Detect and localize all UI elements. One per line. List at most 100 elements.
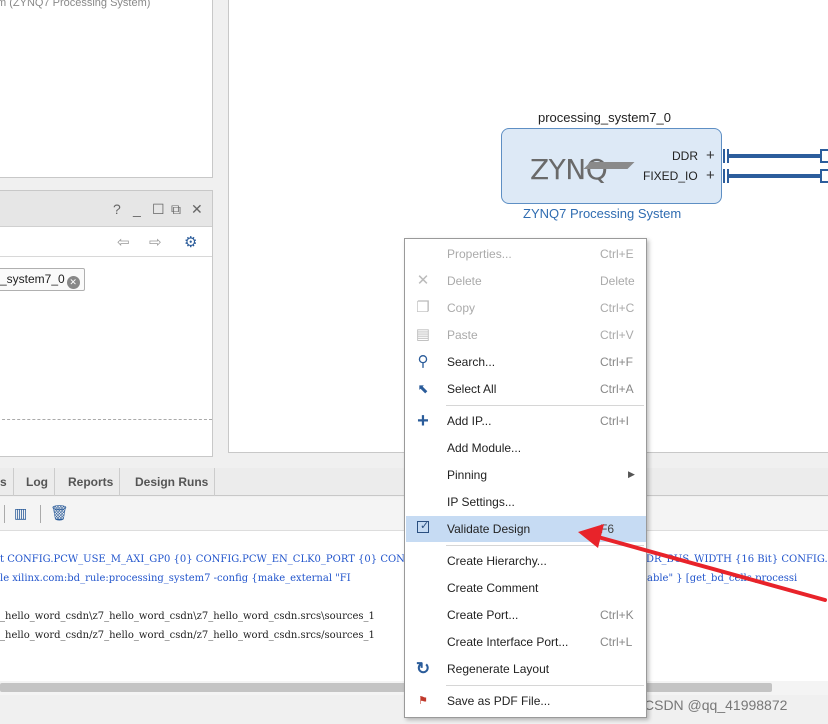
menu-item-label: Save as PDF File...	[447, 694, 551, 708]
menu-item-select-all[interactable]: ⬉ Select All Ctrl+A	[406, 376, 646, 402]
menu-item-shortcut: Ctrl+K	[600, 608, 634, 622]
tab-partial[interactable]: s	[0, 468, 14, 496]
menu-item-create-interface-port[interactable]: Create Interface Port... Ctrl+L	[406, 629, 646, 655]
maximize-icon[interactable]: ☐	[152, 201, 165, 217]
menu-item-label: Add Module...	[447, 441, 522, 455]
menu-item-regenerate-layout[interactable]: ↻ Regenerate Layout	[406, 656, 646, 682]
menu-item-label: Add IP...	[447, 414, 492, 428]
validate-check-icon: ✓	[415, 520, 431, 537]
menu-item-shortcut: Ctrl+I	[600, 414, 630, 428]
fixed-io-external-port[interactable]	[820, 169, 828, 183]
zynq-ps-block[interactable]: ZYNQ	[501, 128, 722, 204]
menu-item-label: Pinning	[447, 468, 488, 482]
menu-item-create-comment[interactable]: Create Comment	[406, 575, 646, 601]
menu-item-add-ip[interactable]: + Add IP... Ctrl+I	[406, 408, 646, 434]
menu-item-label: Properties...	[447, 247, 512, 261]
toolbar-divider	[4, 505, 5, 523]
console-line-right: DR_BUS_WIDTH {16 Bit} CONFIG.PC	[646, 554, 828, 565]
block-type-label: ZYNQ7 Processing System	[523, 206, 682, 221]
menu-item-shortcut: Ctrl+E	[600, 247, 634, 261]
menu-item-ip-settings[interactable]: IP Settings...	[406, 489, 646, 515]
menu-item-shortcut: Delete	[600, 274, 635, 288]
zynq-logo-swoosh-icon	[583, 162, 635, 169]
pane-clipped-text: m (ZYNQ7 Processing System)	[0, 0, 151, 9]
menu-item-label: Regenerate Layout	[447, 662, 550, 676]
chip-close-icon[interactable]: ✕	[66, 276, 80, 289]
menu-item-search[interactable]: ⚲ Search... Ctrl+F	[406, 349, 646, 375]
console-line: le xilinx.com:bd_rule:processing_system7…	[0, 573, 351, 584]
console-line: _hello_word_csdn\z7_hello_word_csdn\z7_h…	[0, 611, 375, 622]
menu-item-create-hierarchy[interactable]: Create Hierarchy...	[406, 548, 646, 574]
menu-item-shortcut: Ctrl+V	[600, 328, 634, 342]
arrow-right-icon[interactable]: ⇨	[149, 233, 162, 251]
delete-x-icon: ✕	[416, 272, 430, 289]
scrollbar-thumb[interactable]	[0, 683, 772, 692]
menu-item-label: Create Port...	[447, 608, 519, 622]
menu-item-label: Select All	[447, 382, 497, 396]
copy-icon: ❐	[416, 299, 430, 316]
fixed-io-bus-wire[interactable]	[727, 174, 823, 178]
menu-item-pinning[interactable]: Pinning ▶	[406, 462, 646, 488]
port-fixed-io-label: FIXED_IO	[643, 169, 698, 183]
menu-item-save-pdf[interactable]: ⚑ Save as PDF File...	[406, 688, 646, 714]
ddr-external-port[interactable]	[820, 149, 828, 163]
submenu-arrow-icon: ▶	[628, 469, 635, 479]
block-instance-name: processing_system7_0	[538, 110, 671, 125]
object-chip[interactable]: _system7_0 ✕	[0, 268, 85, 291]
help-icon[interactable]: ?	[113, 201, 121, 217]
close-icon[interactable]: ✕	[191, 201, 203, 217]
tab-log[interactable]: Log	[20, 468, 55, 496]
menu-item-add-module[interactable]: Add Module...	[406, 435, 646, 461]
search-icon: ⚲	[417, 353, 429, 370]
context-menu: Properties... Ctrl+E ✕ Delete Delete ❐ C…	[404, 238, 647, 718]
properties-pane: ? _ ☐ ⧉ ✕ ⇦ ⇨ ⚙ _system7_0 ✕	[0, 190, 213, 457]
refresh-icon: ↻	[415, 659, 431, 678]
menu-separator	[446, 685, 644, 686]
paste-icon: ▤	[415, 326, 431, 343]
console-line-right: able" } [get_bd_cells processi	[647, 573, 798, 584]
menu-item-validate-design[interactable]: ✓ Validate Design F6	[406, 516, 646, 542]
menu-item-shortcut: Ctrl+F	[600, 355, 633, 369]
menu-item-label: Copy	[447, 301, 476, 315]
columns-icon[interactable]: ▥	[14, 505, 27, 522]
menu-separator	[446, 545, 644, 546]
chip-label: _system7_0	[0, 272, 65, 286]
zynq-logo: ZYNQ	[530, 153, 608, 186]
arrow-left-icon[interactable]: ⇦	[117, 233, 130, 251]
sources-pane: m (ZYNQ7 Processing System)	[0, 0, 213, 178]
minimize-icon[interactable]: _	[133, 201, 141, 217]
pane-header: ? _ ☐ ⧉ ✕	[0, 191, 212, 227]
console-line: _hello_word_csdn/z7_hello_word_csdn/z7_h…	[0, 630, 375, 641]
trash-icon[interactable]: 🗑	[50, 504, 69, 522]
console-line: t CONFIG.PCW_USE_M_AXI_GP0 {0} CONFIG.PC…	[0, 554, 441, 565]
ddr-bus-wire[interactable]	[727, 154, 823, 158]
pane-toolbar: ⇦ ⇨ ⚙	[0, 227, 212, 257]
menu-item-shortcut: Ctrl+C	[600, 301, 635, 315]
tab-design-runs[interactable]: Design Runs	[129, 468, 216, 496]
menu-item-properties[interactable]: Properties... Ctrl+E	[406, 241, 646, 267]
menu-item-label: Validate Design	[447, 522, 531, 536]
pdf-icon: ⚑	[418, 695, 428, 707]
menu-item-copy[interactable]: ❐ Copy Ctrl+C	[406, 295, 646, 321]
menu-item-label: Paste	[447, 328, 478, 342]
menu-item-create-port[interactable]: Create Port... Ctrl+K	[406, 602, 646, 628]
port-ddr-expand-icon[interactable]: +	[706, 148, 715, 163]
plus-icon: +	[417, 410, 429, 432]
menu-item-delete[interactable]: ✕ Delete Delete	[406, 268, 646, 294]
port-fixed-io-expand-icon[interactable]: +	[706, 168, 715, 183]
menu-item-shortcut: Ctrl+A	[600, 382, 634, 396]
menu-item-label: IP Settings...	[447, 495, 515, 509]
tab-reports[interactable]: Reports	[62, 468, 121, 496]
menu-item-paste[interactable]: ▤ Paste Ctrl+V	[406, 322, 646, 348]
select-all-icon: ⬉	[417, 381, 429, 396]
float-icon[interactable]: ⧉	[171, 201, 181, 217]
port-ddr-label: DDR	[672, 149, 698, 163]
menu-item-label: Delete	[447, 274, 482, 288]
menu-item-label: Search...	[447, 355, 496, 369]
menu-item-label: Create Comment	[447, 581, 539, 595]
menu-item-shortcut: Ctrl+L	[600, 635, 633, 649]
menu-item-label: Create Interface Port...	[447, 635, 569, 649]
gear-icon[interactable]: ⚙	[184, 233, 197, 251]
watermark: CSDN @qq_41998872	[644, 697, 788, 713]
menu-item-label: Create Hierarchy...	[447, 554, 547, 568]
